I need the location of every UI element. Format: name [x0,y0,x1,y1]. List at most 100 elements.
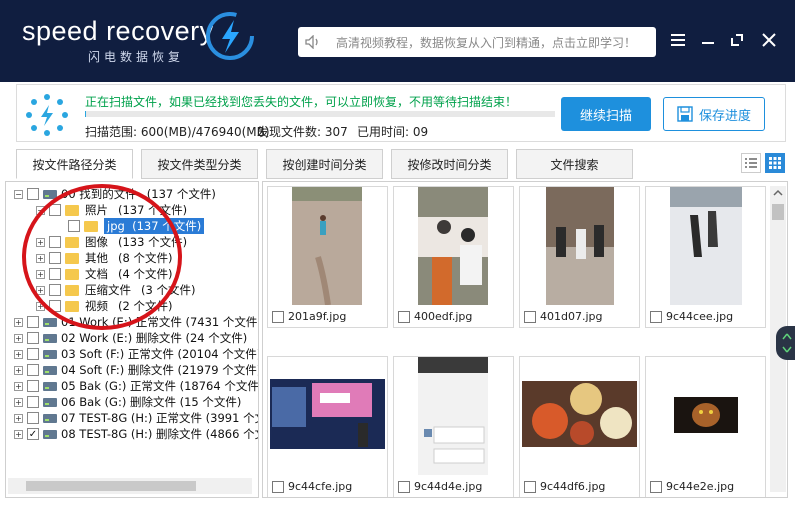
save-progress-label: 保存进度 [698,108,751,124]
tree-checkbox[interactable] [27,332,39,344]
drive-icon [43,317,57,327]
photo-preview [268,357,387,475]
scrollbar-thumb[interactable] [772,204,784,220]
scan-range: 扫描范围: 600(MB)/476940(MB) [85,123,270,140]
file-name: 9c44cee.jpg [666,310,734,323]
expand-icon[interactable]: + [14,349,23,359]
scan-progress-bar [85,111,555,117]
expand-icon[interactable]: + [14,429,23,439]
tab-by-modified-time[interactable]: 按修改时间分类 [391,149,508,179]
tutorial-promo-text[interactable]: 高清视频教程，数据恢复从入门到精通，点击立即学习！ [336,34,636,51]
tree-node-label: 07 TEST-8G (H:) 正常文件 (3991 个文件) [61,411,258,425]
expand-icon[interactable]: + [14,397,23,407]
scan-status-panel: 正在扫描文件，如果已经找到您丢失的文件，可以立即恢复，不用等待扫描结束！ 扫描范… [16,84,786,142]
expand-icon[interactable]: + [14,381,23,391]
scan-range-label: 扫描范围: [85,125,138,139]
side-expand-handle[interactable] [776,326,795,360]
file-checkbox[interactable] [272,480,284,493]
drive-icon [43,397,57,407]
photo-preview [646,357,765,475]
red-highlight-circle [22,184,182,330]
speaker-icon [298,27,328,57]
scrollbar-thumb[interactable] [26,481,196,491]
file-thumbnail[interactable]: 9c44cfe.jpg [267,356,388,497]
tab-by-type[interactable]: 按文件类型分类 [141,149,258,179]
tab-by-path[interactable]: 按文件路径分类 [16,149,133,179]
file-name: 9c44df6.jpg [540,480,606,493]
maximize-icon[interactable] [725,28,749,52]
expand-icon[interactable]: + [14,333,23,343]
file-name: 400edf.jpg [414,310,473,323]
tree-node-drive[interactable]: + ✓ 08 TEST-8G (H:) 删除文件 (4866 个文件) [14,426,258,442]
tree-checkbox[interactable] [27,188,39,200]
found-files-value: 307 [324,125,348,139]
tab-by-created-time[interactable]: 按创建时间分类 [266,149,383,179]
tree-checkbox[interactable] [27,364,39,376]
tree-node-drive[interactable]: +06 Bak (G:) 删除文件 (15 个文件) [14,394,241,410]
scan-spinner-icon [26,94,68,136]
scroll-up-icon[interactable] [770,186,786,200]
elapsed-time: 已用时间: 09 [357,123,428,140]
expand-icon[interactable]: + [14,413,23,423]
tree-node-label: 05 Bak (G:) 正常文件 (18764 个文件) [61,379,259,393]
tree-checkbox[interactable] [27,348,39,360]
drive-icon [43,381,57,391]
file-thumbnail[interactable]: 9c44e2e.jpg [645,356,766,497]
drive-icon [43,413,57,423]
tutorial-search-box[interactable]: 高清视频教程，数据恢复从入门到精通，点击立即学习！ [298,27,656,57]
menu-icon[interactable] [666,28,690,52]
close-icon[interactable] [757,28,781,52]
scan-range-value: 600(MB)/476940(MB) [140,125,270,139]
save-icon [677,106,693,122]
collapse-icon[interactable]: − [14,189,23,199]
photo-preview [292,187,362,305]
tree-node-drive[interactable]: +05 Bak (G:) 正常文件 (18764 个文件) [14,378,259,394]
continue-scan-button[interactable]: 继续扫描 [561,97,651,131]
file-thumbnail[interactable]: 201a9f.jpg [267,186,388,328]
drive-icon [43,365,57,375]
list-view-icon[interactable] [741,153,761,173]
app-logo-subtitle: 闪电数据恢复 [88,50,185,64]
tree-checkbox[interactable] [27,412,39,424]
tree-node-drive[interactable]: +03 Soft (F:) 正常文件 (20104 个文件) [14,346,258,362]
file-thumbnail[interactable]: 401d07.jpg [519,186,640,328]
tree-horizontal-scrollbar[interactable] [8,478,252,494]
drive-icon [43,333,57,343]
file-checkbox[interactable] [524,310,536,323]
tree-checkbox[interactable] [27,316,39,328]
file-thumbnail[interactable]: 9c44cee.jpg [645,186,766,328]
file-checkbox[interactable] [398,310,410,323]
save-progress-button[interactable]: 保存进度 [663,97,765,131]
file-checkbox[interactable] [524,480,536,493]
grid-view-icon[interactable] [765,153,785,173]
file-thumbnail[interactable]: 9c44d4e.jpg [393,356,514,497]
file-checkbox[interactable] [650,310,662,323]
file-checkbox[interactable] [272,310,284,323]
photo-preview [520,357,639,475]
minimize-icon[interactable] [696,28,720,52]
tree-checkbox[interactable] [27,380,39,392]
app-logo-title: speed recovery [22,16,214,46]
file-checkbox[interactable] [650,480,662,493]
file-checkbox[interactable] [398,480,410,493]
tree-checkbox[interactable]: ✓ [27,428,39,440]
tree-node-drive[interactable]: +07 TEST-8G (H:) 正常文件 (3991 个文件) [14,410,258,426]
file-name: 401d07.jpg [540,310,603,323]
file-thumbnail[interactable]: 400edf.jpg [393,186,514,328]
tree-node-drive[interactable]: +04 Soft (F:) 删除文件 (21979 个文件) [14,362,258,378]
tab-file-search[interactable]: 文件搜索 [516,149,633,179]
drive-icon [43,429,57,439]
file-thumbnail[interactable]: 9c44df6.jpg [519,356,640,497]
file-name: 201a9f.jpg [288,310,347,323]
scan-progress-fill [85,111,86,117]
expand-icon[interactable]: + [14,317,23,327]
file-name: 9c44d4e.jpg [414,480,483,493]
photo-preview [418,187,488,305]
found-files: 发现文件数: 307 [257,123,348,140]
tree-checkbox[interactable] [27,396,39,408]
expand-icon[interactable]: + [14,365,23,375]
elapsed-time-value: 09 [412,125,429,139]
tree-node-drive[interactable]: +02 Work (E:) 删除文件 (24 个文件) [14,330,247,346]
photo-preview [546,187,614,305]
tree-node-label: 02 Work (E:) 删除文件 (24 个文件) [61,331,248,345]
